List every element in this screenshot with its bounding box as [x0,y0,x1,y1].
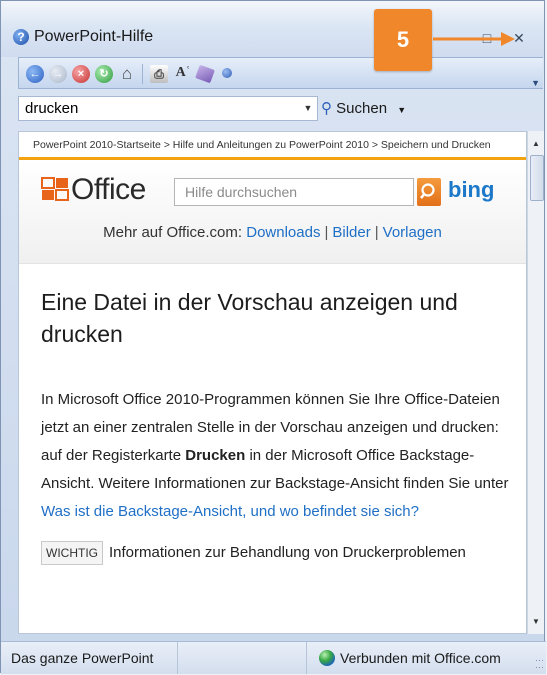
more-prefix: Mehr auf Office.com: [103,224,243,241]
office-header: Office Hilfe durchsuchen bing Mehr auf O… [19,160,526,264]
office-search-input[interactable]: Hilfe durchsuchen [174,178,414,206]
font-size-icon[interactable]: Aʿ [174,65,192,83]
article-title: Eine Datei in der Vorschau anzeigen und … [41,289,458,347]
office-logo-icon [41,177,69,201]
forward-icon[interactable]: → [49,65,67,83]
scroll-thumb[interactable] [530,155,544,201]
help-icon: ? [13,29,29,45]
search-input[interactable]: drucken [18,96,318,121]
toolbar-separator [142,64,143,84]
toolbar-overflow-icon[interactable]: ▼ [531,78,540,88]
help-window: ? PowerPoint-Hilfe — □ ✕ 5 ← → × ↻ ⌂ ⎙ A… [0,0,546,674]
more-links: Mehr auf Office.com: Downloads | Bilder | Vo… [103,224,442,241]
status-separator [177,642,178,674]
office-logo-text: Office [71,173,146,206]
bing-logo: bing [448,177,495,202]
link-vorlagen[interactable]: Vorlagen [383,224,442,241]
connection-status[interactable]: Verbunden mit Office.com [319,650,501,666]
breadcrumb[interactable]: PowerPoint 2010-Startseite > Hilfe und A… [19,132,526,157]
refresh-icon[interactable]: ↻ [95,65,113,83]
office-search-button[interactable] [417,178,441,206]
step-badge: 5 [374,9,432,71]
vertical-scrollbar[interactable]: ▲ ▼ [527,131,544,634]
toolbar: ← → × ↻ ⌂ ⎙ Aʿ ▼ [18,57,543,89]
search-icon: ⚲ [321,100,332,117]
arrow-icon [433,32,515,46]
status-bar: Das ganze PowerPoint Verbunden mit Offic… [1,641,546,674]
note-text: Informationen zur Behandlung von Drucker… [109,544,466,561]
help-content: PowerPoint 2010-Startseite > Hilfe und A… [18,131,527,634]
resize-grip-icon[interactable]: ⋯ ⋯ [535,656,544,672]
search-button-label: Suchen [336,100,388,117]
note-label: WICHTIG [41,541,103,565]
status-separator-2 [306,642,307,674]
window-title: PowerPoint-Hilfe [34,28,154,45]
search-scope[interactable]: Das ganze PowerPoint [11,650,153,666]
book-icon[interactable] [195,64,215,84]
article-paragraph: In Microsoft Office 2010-Programmen könn… [41,391,509,520]
link-downloads[interactable]: Downloads [246,224,320,241]
back-icon[interactable]: ← [26,65,44,83]
magnifier-icon [420,183,435,199]
scroll-down-icon[interactable]: ▼ [528,613,544,630]
search-dropdown-icon[interactable]: ▼ [300,97,316,120]
pin-icon[interactable] [222,68,232,78]
search-button-chevron-icon: ▼ [397,105,407,115]
search-button[interactable]: ⚲ Suchen ▼ [321,98,406,120]
backstage-link[interactable]: Was ist die Backstage-Ansicht, und wo be… [41,503,419,520]
search-row: drucken ▼ ⚲ Suchen ▼ [18,94,543,126]
print-icon[interactable]: ⎙ [150,65,168,83]
home-icon[interactable]: ⌂ [118,65,136,83]
important-note: WICHTIG Informationen zur Behandlung von … [41,540,512,566]
globe-icon [319,650,335,666]
scroll-up-icon[interactable]: ▲ [528,135,544,152]
article: Eine Datei in der Vorschau anzeigen und … [19,264,526,566]
link-bilder[interactable]: Bilder [332,224,370,241]
stop-icon[interactable]: × [72,65,90,83]
